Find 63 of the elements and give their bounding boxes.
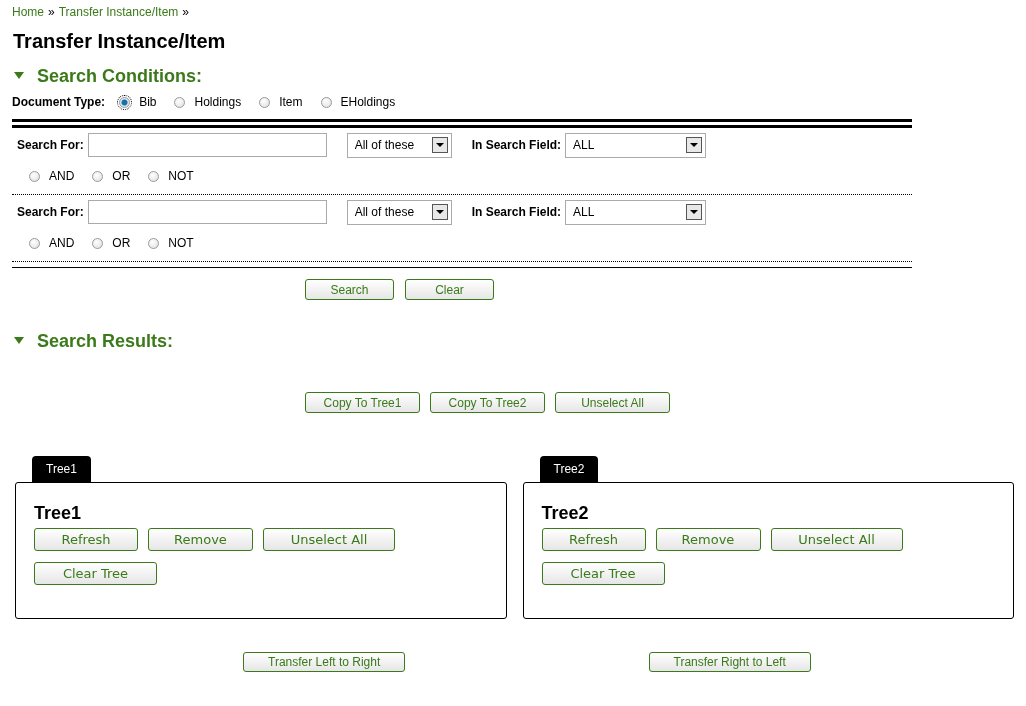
radio-button[interactable]: [119, 96, 131, 108]
section-heading: Search Conditions:: [37, 65, 202, 87]
radio-button[interactable]: [174, 96, 186, 108]
tree-title: Tree1: [34, 503, 83, 524]
radio-button[interactable]: [259, 96, 271, 108]
field-label: Search For:: [17, 205, 84, 219]
page-title: Transfer Instance/Item: [13, 30, 227, 54]
breadcrumb-link[interactable]: Home: [12, 5, 44, 19]
radio-label: Bib: [139, 95, 157, 109]
breadcrumb-separator: »: [48, 5, 55, 19]
tree-button[interactable]: Refresh: [541, 528, 646, 551]
transfer-button[interactable]: Transfer Right to Left: [648, 652, 811, 672]
action-button[interactable]: Copy To Tree2: [430, 392, 545, 413]
tree-button[interactable]: Unselect All: [770, 528, 903, 551]
radio-button[interactable]: [29, 237, 40, 249]
dropdown[interactable]: ALL: [565, 132, 707, 158]
section-heading: Search Results:: [37, 330, 174, 352]
caret-icon: [431, 204, 448, 220]
search-input[interactable]: [87, 200, 327, 224]
tree-button[interactable]: Clear Tree: [541, 562, 665, 585]
tree-button[interactable]: Remove: [655, 528, 761, 551]
radio-label: NOT: [168, 169, 194, 183]
field-label: In Search Field:: [471, 205, 562, 219]
field-label: Document Type:: [12, 95, 106, 109]
radio-button[interactable]: [320, 96, 332, 108]
breadcrumb-separator: »: [182, 5, 189, 19]
caret-icon: [686, 204, 703, 220]
expanded-triangle-icon[interactable]: [14, 337, 24, 345]
radio-label: OR: [112, 236, 131, 250]
radio-label: Holdings: [194, 95, 242, 109]
radio-label: OR: [112, 169, 131, 183]
radio-label: NOT: [168, 236, 194, 250]
radio-button[interactable]: [148, 170, 160, 182]
radio-label: AND: [49, 236, 75, 250]
tree-tab[interactable]: Tree1: [32, 456, 91, 482]
radio-button[interactable]: [29, 170, 40, 182]
action-button[interactable]: Copy To Tree1: [305, 392, 420, 413]
transfer-button[interactable]: Transfer Left to Right: [243, 652, 406, 672]
expanded-triangle-icon[interactable]: [14, 72, 24, 80]
breadcrumb-link[interactable]: Transfer Instance/Item: [58, 5, 179, 19]
action-button[interactable]: Search: [305, 279, 394, 300]
field-label: In Search Field:: [471, 138, 562, 152]
caret-icon: [431, 137, 448, 153]
action-button[interactable]: Unselect All: [555, 392, 670, 413]
caret-icon: [686, 137, 703, 153]
dropdown[interactable]: ALL: [565, 199, 707, 225]
action-button[interactable]: Clear: [405, 279, 494, 300]
tree-button[interactable]: Remove: [148, 528, 253, 551]
radio-button[interactable]: [92, 170, 104, 182]
dropdown[interactable]: All of these: [346, 199, 452, 225]
tree-button[interactable]: Unselect All: [263, 528, 395, 551]
tree-button[interactable]: Clear Tree: [34, 562, 157, 585]
radio-button[interactable]: [148, 237, 160, 249]
field-label: Search For:: [17, 138, 84, 152]
tree-button[interactable]: Refresh: [34, 528, 138, 551]
tree-title: Tree2: [541, 503, 590, 524]
search-input[interactable]: [87, 133, 327, 157]
radio-label: EHoldings: [340, 95, 396, 109]
radio-label: Item: [279, 95, 303, 109]
dropdown[interactable]: All of these: [346, 132, 452, 158]
radio-button[interactable]: [92, 237, 104, 249]
tree-tab[interactable]: Tree2: [539, 456, 599, 482]
radio-label: AND: [49, 169, 75, 183]
